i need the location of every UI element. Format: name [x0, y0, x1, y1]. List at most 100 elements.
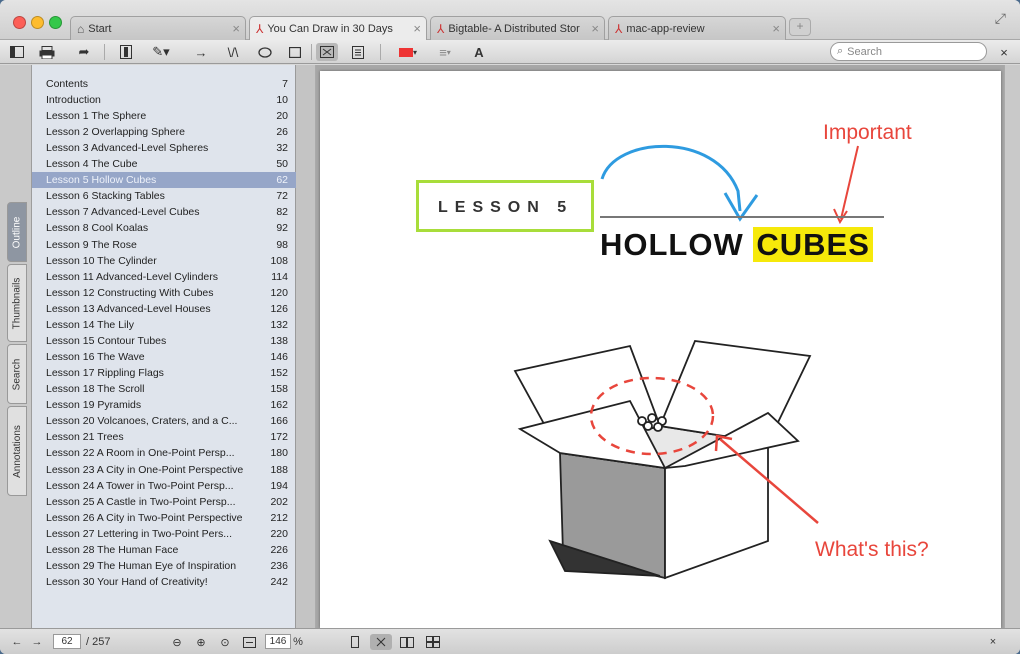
outline-item[interactable]: Contents 7 [32, 76, 296, 92]
outline-item[interactable]: Lesson 28 The Human Face 226 [32, 542, 296, 558]
outline-item[interactable]: Lesson 30 Your Hand of Creativity! 242 [32, 574, 296, 590]
outline-item[interactable]: Lesson 24 A Tower in Two-Point Persp... 1… [32, 478, 296, 494]
outline-item[interactable]: Lesson 13 Advanced-Level Houses 126 [32, 301, 296, 317]
outline-item-page: 220 [270, 528, 288, 540]
zoom-in-icon[interactable]: ⊕ [192, 634, 210, 650]
total-pages: / 257 [86, 636, 111, 648]
outline-item-page: 7 [282, 78, 288, 90]
outline-item-label: Introduction [46, 94, 101, 106]
outline-item[interactable]: Lesson 20 Volcanoes, Craters, and a C...… [32, 413, 296, 429]
tab-outline[interactable]: Outline [7, 202, 27, 262]
outline-item[interactable]: Introduction 10 [32, 92, 296, 108]
outline-item[interactable]: Lesson 5 Hollow Cubes 62 [32, 172, 296, 188]
zoom-unit: % [293, 636, 303, 648]
search-field[interactable]: ⌕ [830, 42, 987, 61]
outline-item[interactable]: Lesson 11 Advanced-Level Cylinders 114 [32, 269, 296, 285]
outline-item[interactable]: Lesson 14 The Lily 132 [32, 317, 296, 333]
close-icon[interactable]: × [232, 21, 240, 36]
back-icon[interactable]: ← [10, 634, 24, 650]
tab-search[interactable]: Search [7, 344, 27, 404]
outline-item[interactable]: Lesson 26 A City in Two-Point Perspectiv… [32, 510, 296, 526]
line-style-icon[interactable]: ≡ ▾ [430, 43, 460, 61]
outline-item[interactable]: Lesson 22 A Room in One-Point Persp... 18… [32, 445, 296, 461]
tab-start[interactable]: ⌂ Start × [70, 16, 246, 40]
tab-bigtable[interactable]: ⅄ Bigtable- A Distributed Stor × [430, 16, 605, 40]
outline-item[interactable]: Lesson 19 Pyramids 162 [32, 397, 296, 413]
outline-item-page: 50 [276, 158, 288, 170]
outline-item[interactable]: Lesson 25 A Castle in Two-Point Persp...… [32, 494, 296, 510]
outline-item[interactable]: Lesson 9 The Rose 98 [32, 237, 296, 253]
fit-width-icon[interactable] [240, 634, 258, 650]
outline-item[interactable]: Lesson 18 The Scroll 158 [32, 381, 296, 397]
zoom-out-icon[interactable]: ⊖ [168, 634, 186, 650]
single-page-icon[interactable] [347, 43, 369, 61]
outline-item-label: Lesson 23 A City in One-Point Perspectiv… [46, 464, 244, 476]
close-icon[interactable]: × [591, 21, 599, 36]
annotation-whats-this[interactable]: What's this? [815, 538, 929, 562]
outline-item[interactable]: Lesson 29 The Human Eye of Inspiration 23… [32, 558, 296, 574]
arrow-tool-icon[interactable]: → [190, 43, 212, 61]
box-illustration [513, 340, 812, 580]
outline-item[interactable]: Lesson 8 Cool Koalas 92 [32, 220, 296, 236]
grid-view-icon[interactable] [424, 634, 442, 650]
outline-item[interactable]: Lesson 3 Advanced-Level Spheres 32 [32, 140, 296, 156]
outline-item-page: 98 [276, 239, 288, 251]
close-statusbar-icon[interactable]: × [985, 634, 1001, 650]
outline-item[interactable]: Lesson 17 Rippling Flags 152 [32, 365, 296, 381]
share-icon[interactable]: ➦ [74, 43, 94, 61]
zoom-field[interactable]: 146 [265, 634, 291, 649]
outline-item-label: Lesson 16 The Wave [46, 351, 145, 363]
continuous-view-icon[interactable] [370, 634, 392, 650]
font-icon[interactable]: A [470, 43, 488, 61]
rectangle-icon[interactable] [284, 43, 306, 61]
fit-page-icon[interactable] [316, 43, 338, 61]
outline-item[interactable]: Lesson 15 Contour Tubes 138 [32, 333, 296, 349]
close-icon[interactable]: × [772, 21, 780, 36]
outline-item[interactable]: Lesson 4 The Cube 50 [32, 156, 296, 172]
sidebar-icon[interactable] [8, 43, 26, 61]
pen-icon[interactable]: ✎▾ [146, 43, 176, 61]
two-page-view-icon[interactable] [398, 634, 416, 650]
freehand-icon[interactable]: \/\ [222, 43, 244, 61]
outline-item[interactable]: Lesson 1 The Sphere 20 [32, 108, 296, 124]
tab-label: mac-app-review [626, 22, 705, 35]
page-number-field[interactable]: 62 [53, 634, 81, 649]
document-scrollbar[interactable] [1004, 65, 1020, 628]
ellipse-icon[interactable] [254, 43, 276, 61]
toolbar-divider [311, 44, 312, 60]
outline-item[interactable]: Lesson 16 The Wave 146 [32, 349, 296, 365]
outline-item[interactable]: Lesson 23 A City in One-Point Perspectiv… [32, 462, 296, 478]
single-page-view-icon[interactable] [347, 634, 363, 650]
tab-annotations[interactable]: Annotations [7, 406, 27, 496]
actual-size-icon[interactable]: ⊙ [216, 634, 234, 650]
fullscreen-icon[interactable]: ⤢ [995, 10, 1006, 27]
outline-item[interactable]: Lesson 10 The Cylinder 108 [32, 253, 296, 269]
tab-mac-app-review[interactable]: ⅄ mac-app-review × [608, 16, 786, 40]
outline-item[interactable]: Lesson 27 Lettering in Two-Point Pers...… [32, 526, 296, 542]
outline-item[interactable]: Lesson 12 Constructing With Cubes 120 [32, 285, 296, 301]
print-icon[interactable] [37, 43, 57, 61]
outline-item[interactable]: Lesson 2 Overlapping Sphere 26 [32, 124, 296, 140]
toolbar-close-icon[interactable]: × [996, 43, 1012, 61]
tab-you-can-draw[interactable]: ⅄ You Can Draw in 30 Days × [249, 16, 427, 41]
forward-icon[interactable]: → [30, 634, 44, 650]
zoom-window-button[interactable] [49, 16, 62, 29]
close-icon[interactable]: × [413, 21, 421, 36]
outline-item[interactable]: Lesson 7 Advanced-Level Cubes 82 [32, 204, 296, 220]
tab-outline-label: Outline [11, 216, 23, 248]
outline-item-label: Lesson 18 The Scroll [46, 383, 145, 395]
close-window-button[interactable] [13, 16, 26, 29]
new-tab-button[interactable]: + [789, 18, 811, 36]
color-icon[interactable]: ▾ [393, 43, 423, 61]
title-rule [600, 216, 884, 218]
outline-item[interactable]: Lesson 6 Stacking Tables 72 [32, 188, 296, 204]
pdf-icon: ⅄ [615, 21, 623, 36]
text-select-icon[interactable] [116, 43, 136, 61]
outline-scrollbar[interactable] [296, 65, 316, 628]
outline-item[interactable]: Lesson 21 Trees 172 [32, 429, 296, 445]
minimize-window-button[interactable] [31, 16, 44, 29]
tab-thumbnails[interactable]: Thumbnails [7, 264, 27, 342]
outline-item-label: Lesson 7 Advanced-Level Cubes [46, 206, 200, 218]
annotation-important[interactable]: Important [823, 121, 912, 145]
search-input[interactable] [847, 45, 968, 58]
